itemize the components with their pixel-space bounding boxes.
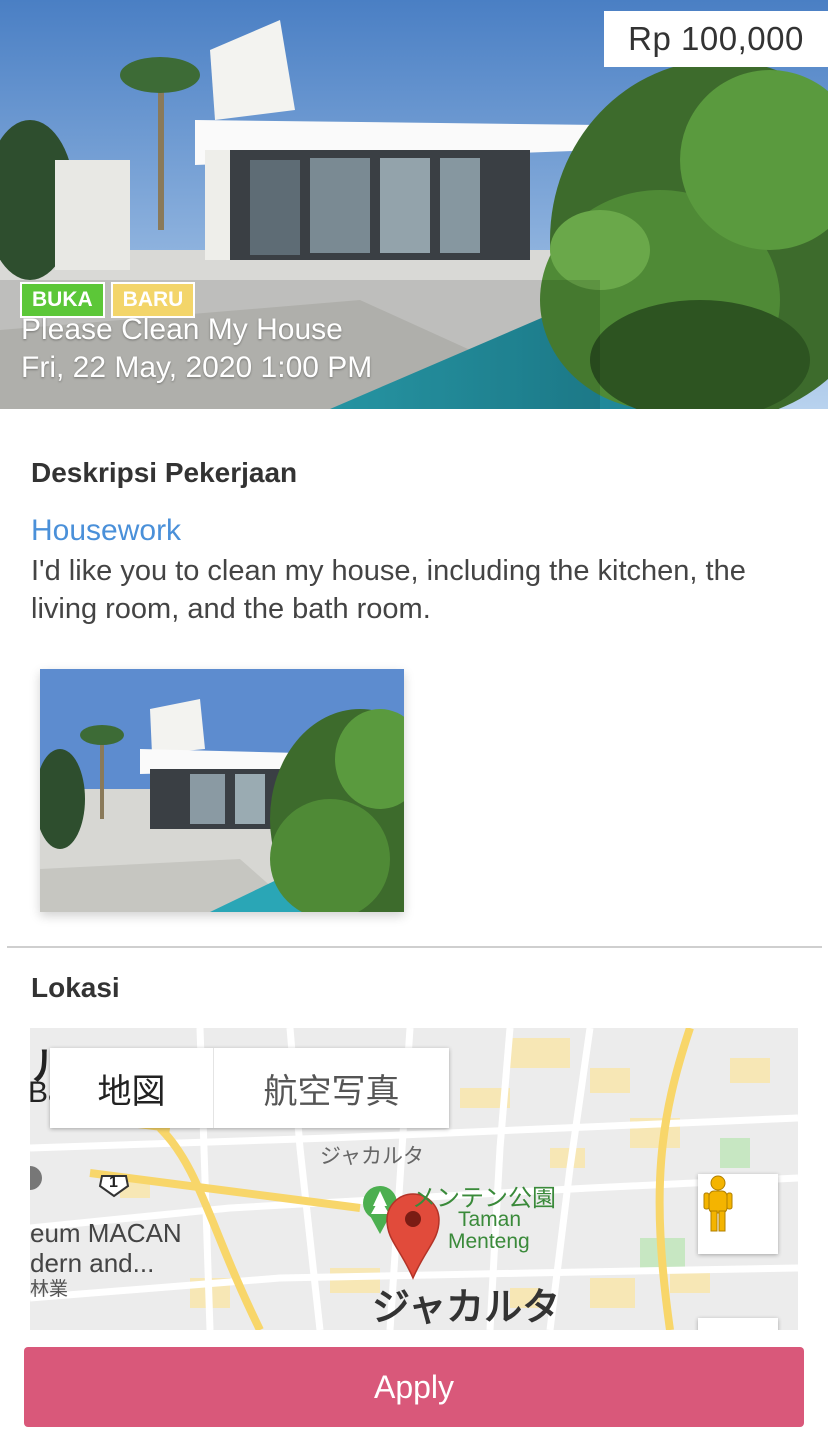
apply-button[interactable]: Apply bbox=[24, 1347, 804, 1427]
map-label-park: Taman bbox=[458, 1208, 522, 1231]
job-title: Please Clean My House bbox=[21, 313, 343, 346]
map-type-control: 地図 航空写真 bbox=[50, 1048, 449, 1128]
pegman-icon bbox=[703, 1175, 733, 1232]
job-cover-image: Rp 100,000 BUKA BARU Please Clean My Hou… bbox=[0, 0, 828, 409]
street-view-pegman-button[interactable] bbox=[698, 1174, 778, 1254]
description-heading: Deskripsi Pekerjaan bbox=[31, 457, 298, 488]
location-map[interactable]: ル Ba ジャカルタ メンテン公園 Taman Menteng eum MACA… bbox=[30, 1028, 798, 1330]
job-category-link[interactable]: Housework bbox=[31, 514, 181, 548]
map-type-map-button[interactable]: 地図 bbox=[50, 1048, 214, 1128]
house-thumbnail-image bbox=[40, 669, 404, 912]
job-photo-thumbnail[interactable] bbox=[40, 669, 404, 912]
map-type-satellite-button[interactable]: 航空写真 bbox=[214, 1048, 449, 1128]
map-label: ジャカルタ bbox=[320, 1145, 424, 1168]
job-description-text: I'd like you to clean my house, includin… bbox=[31, 555, 746, 625]
job-datetime: Fri, 22 May, 2020 1:00 PM bbox=[21, 351, 373, 384]
map-zoom-control[interactable] bbox=[698, 1318, 778, 1330]
section-divider bbox=[7, 946, 822, 948]
price-tag: Rp 100,000 bbox=[604, 11, 828, 67]
map-label: 林業 bbox=[30, 1279, 69, 1300]
map-label: eum MACAN bbox=[30, 1218, 182, 1248]
road-number-label: 1 bbox=[109, 1174, 118, 1191]
location-heading: Lokasi bbox=[31, 972, 120, 1003]
map-label-city: ジャカルタ bbox=[372, 1287, 561, 1329]
map-label-park: Menteng bbox=[448, 1230, 530, 1253]
